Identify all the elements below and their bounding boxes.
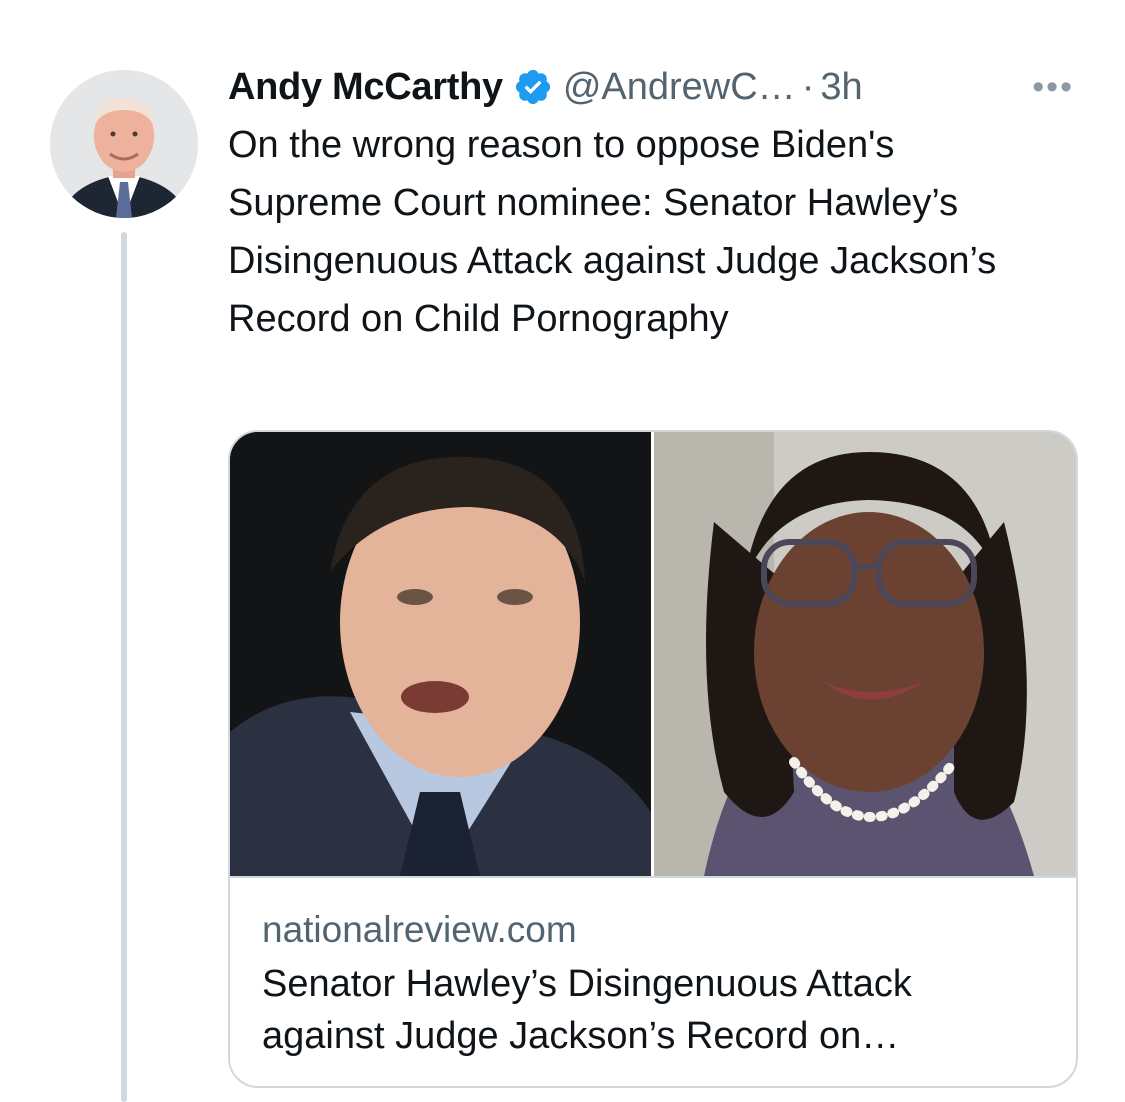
avatar-portrait-image	[50, 70, 198, 218]
card-domain: nationalreview.com	[262, 909, 577, 950]
more-options-icon[interactable]: •••	[1032, 68, 1074, 107]
nominee-photo	[654, 432, 1076, 876]
thread-connector-line	[121, 232, 127, 1102]
card-title: Senator Hawley’s Disingenuous Attack aga…	[262, 963, 912, 1057]
senator-photo	[230, 432, 651, 876]
tweet-text: On the wrong reason to oppose Biden's Su…	[228, 124, 997, 340]
separator-dot: ·	[801, 65, 815, 108]
tweet-header: Andy McCarthy @AndrewC… · 3h	[228, 56, 1078, 118]
verified-badge-icon	[515, 69, 550, 105]
tweet-timestamp[interactable]: 3h	[820, 66, 862, 109]
card-photo-left	[230, 432, 651, 876]
link-preview-card[interactable]: nationalreview.com Senator Hawley’s Disi…	[228, 430, 1078, 1088]
card-body: nationalreview.com Senator Hawley’s Disi…	[230, 878, 1076, 1062]
card-image	[230, 432, 1076, 878]
avatar[interactable]	[50, 70, 198, 218]
author-name[interactable]: Andy McCarthy	[228, 66, 503, 109]
card-photo-right	[654, 432, 1076, 876]
author-handle[interactable]: @AndrewC…	[563, 66, 796, 109]
tweet[interactable]: Andy McCarthy @AndrewC… · 3h ••• On the …	[228, 56, 1078, 348]
